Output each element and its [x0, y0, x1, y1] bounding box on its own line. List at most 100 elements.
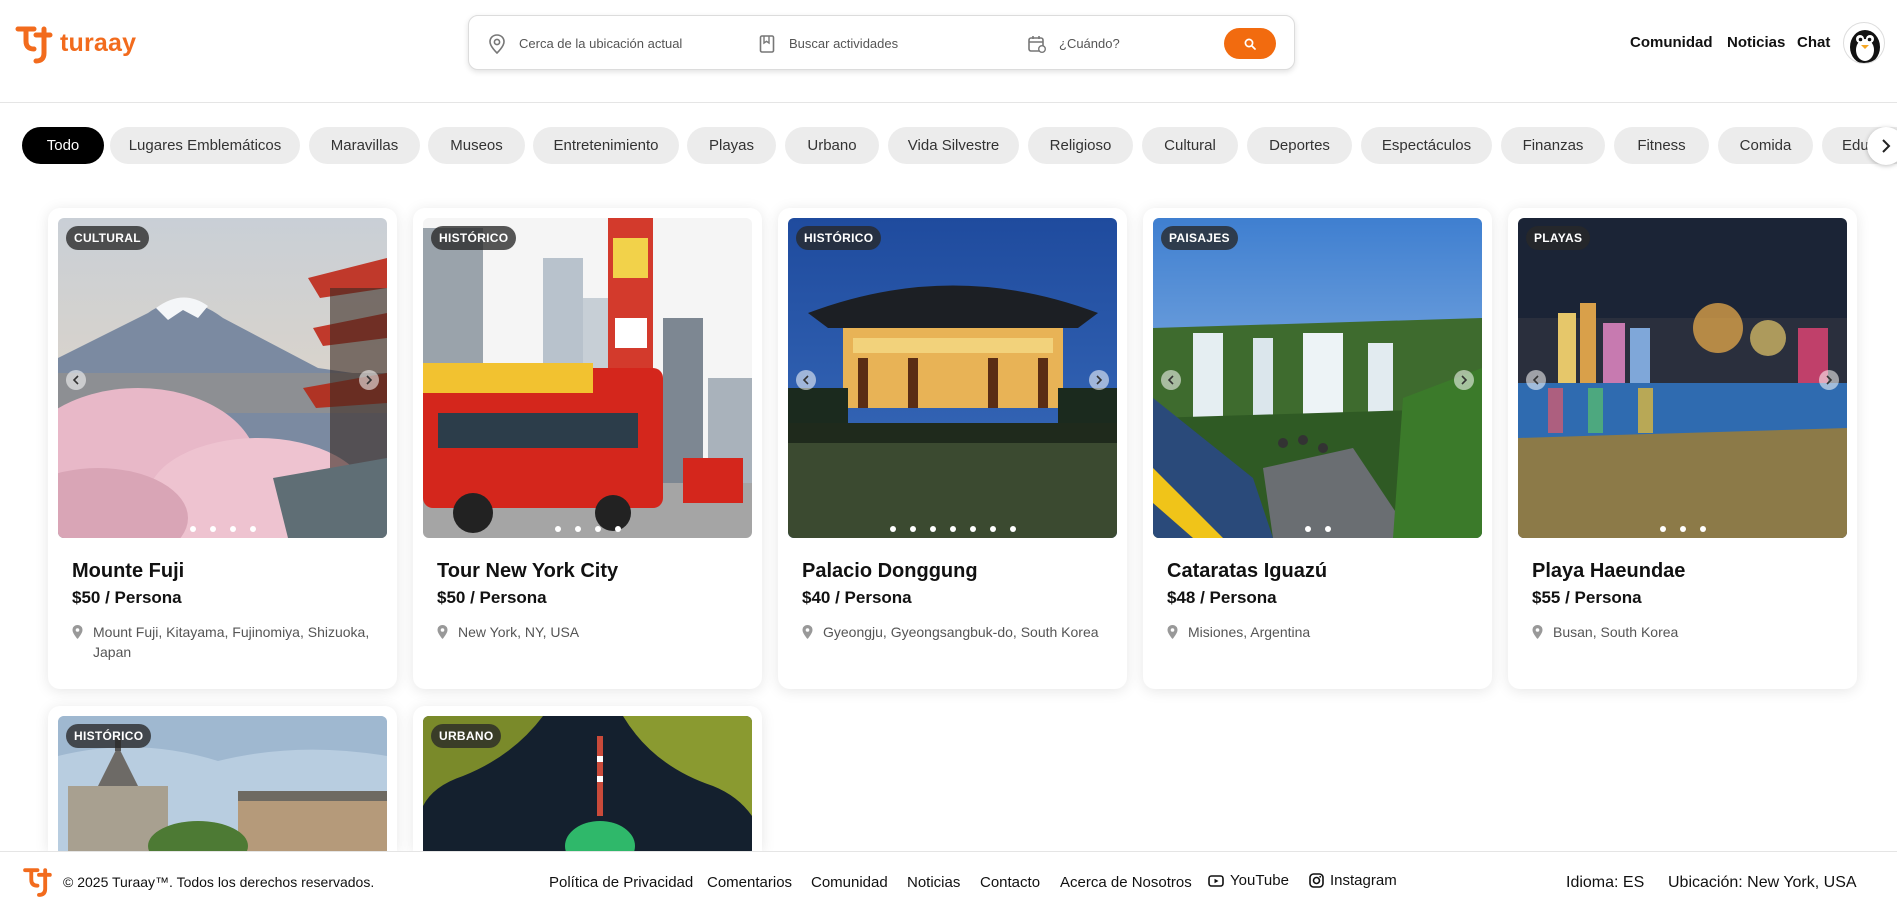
- activity-image-carousel[interactable]: URBANO: [423, 716, 752, 851]
- category-chip-urbano[interactable]: Urbano: [785, 127, 879, 164]
- carousel-dot[interactable]: [989, 526, 996, 532]
- activity-image-carousel[interactable]: HISTÓRICO: [58, 716, 387, 851]
- activity-card[interactable]: HISTÓRICO: [48, 706, 397, 851]
- carousel-dot[interactable]: [1679, 526, 1686, 532]
- carousel-dot[interactable]: [1659, 526, 1666, 532]
- activity-location-text: Busan, South Korea: [1553, 624, 1679, 640]
- search-button[interactable]: [1224, 28, 1276, 59]
- location-pin-icon: [487, 33, 507, 54]
- category-chip-todo[interactable]: Todo: [22, 127, 104, 164]
- category-chip-deportes[interactable]: Deportes: [1247, 127, 1352, 164]
- activity-price: $48 / Persona: [1167, 588, 1277, 607]
- carousel-dots: [58, 526, 387, 532]
- carousel-dot[interactable]: [889, 526, 896, 532]
- activity-price: $50 / Persona: [437, 588, 547, 607]
- category-chip-cultural[interactable]: Cultural: [1142, 127, 1238, 164]
- carousel-next-button[interactable]: [1819, 370, 1839, 390]
- footer-link-feedback[interactable]: Comentarios: [707, 874, 792, 891]
- activity-card[interactable]: URBANO: [413, 706, 762, 851]
- activity-title: Tour New York City: [437, 560, 619, 582]
- activity-location: Misiones, Argentina: [1167, 622, 1467, 642]
- carousel-next-button[interactable]: [1454, 370, 1474, 390]
- activity-title: Cataratas Iguazú: [1167, 560, 1328, 582]
- activity-image-carousel[interactable]: HISTÓRICO: [423, 218, 752, 538]
- language-selector[interactable]: Idioma: ES: [1566, 874, 1644, 892]
- carousel-dot[interactable]: [929, 526, 936, 532]
- footer-link-youtube[interactable]: YouTube: [1208, 872, 1289, 889]
- carousel-dot[interactable]: [209, 526, 216, 532]
- activity-card[interactable]: CULTURAL Mounte Fuji $50 / Persona Mount…: [48, 208, 397, 689]
- new-york-photo: [423, 218, 752, 538]
- carousel-prev-button[interactable]: [66, 370, 86, 390]
- carousel-next-button[interactable]: [1089, 370, 1109, 390]
- location-pin-icon: [72, 625, 83, 639]
- category-badge: URBANO: [431, 724, 502, 748]
- carousel-dots: [1153, 526, 1482, 532]
- category-chip-finanzas[interactable]: Finanzas: [1501, 127, 1605, 164]
- categories-next-button[interactable]: [1867, 127, 1897, 165]
- category-badge: CULTURAL: [66, 226, 149, 250]
- activity-card[interactable]: PLAYAS Playa Haeundae $55 / Persona Busa…: [1508, 208, 1857, 689]
- date-search-field[interactable]: ¿Cuándo?: [1027, 16, 1120, 71]
- nav-news-link[interactable]: Noticias: [1727, 34, 1785, 51]
- turaay-logo-icon[interactable]: [22, 864, 56, 898]
- category-chip-fitness[interactable]: Fitness: [1614, 127, 1709, 164]
- carousel-dot[interactable]: [554, 526, 561, 532]
- category-chip-maravillas[interactable]: Maravillas: [309, 127, 420, 164]
- activity-card[interactable]: HISTÓRICO Palacio Donggung $40 / Persona…: [778, 208, 1127, 689]
- carousel-dot[interactable]: [229, 526, 236, 532]
- footer-link-contact[interactable]: Contacto: [980, 874, 1040, 891]
- carousel-dot[interactable]: [969, 526, 976, 532]
- carousel-dot[interactable]: [249, 526, 256, 532]
- turaay-logo[interactable]: turaay: [14, 21, 136, 65]
- category-chip-lugares-emblematicos[interactable]: Lugares Emblemáticos: [110, 127, 300, 164]
- activity-card[interactable]: HISTÓRICO Tour New York City $50 / Perso…: [413, 208, 762, 689]
- carousel-dot[interactable]: [1009, 526, 1016, 532]
- activity-image-carousel[interactable]: CULTURAL: [58, 218, 387, 538]
- location-pin-icon: [802, 625, 813, 639]
- carousel-dot[interactable]: [1699, 526, 1706, 532]
- carousel-dot[interactable]: [574, 526, 581, 532]
- category-chip-playas[interactable]: Playas: [687, 127, 776, 164]
- carousel-dot[interactable]: [1304, 526, 1311, 532]
- footer-link-instagram[interactable]: Instagram: [1309, 872, 1397, 889]
- carousel-dot[interactable]: [614, 526, 621, 532]
- carousel-dot[interactable]: [189, 526, 196, 532]
- activity-location: Mount Fuji, Kitayama, Fujinomiya, Shizuo…: [72, 622, 372, 662]
- nav-community-link[interactable]: Comunidad: [1630, 34, 1713, 51]
- category-chip-espectaculos[interactable]: Espectáculos: [1361, 127, 1492, 164]
- carousel-dot[interactable]: [594, 526, 601, 532]
- carousel-prev-button[interactable]: [1526, 370, 1546, 390]
- category-chip-comida[interactable]: Comida: [1718, 127, 1813, 164]
- category-bar: Todo Lugares Emblemáticos Maravillas Mus…: [22, 127, 1897, 164]
- category-chip-religioso[interactable]: Religioso: [1028, 127, 1133, 164]
- category-chip-entretenimiento[interactable]: Entretenimiento: [533, 127, 679, 164]
- footer-link-community[interactable]: Comunidad: [811, 874, 888, 891]
- carousel-next-button[interactable]: [359, 370, 379, 390]
- carousel-prev-button[interactable]: [1161, 370, 1181, 390]
- carousel-dot[interactable]: [949, 526, 956, 532]
- header: turaay Cerca de la ubicación actual Busc…: [0, 0, 1897, 103]
- footer-link-news[interactable]: Noticias: [907, 874, 960, 891]
- location-selector[interactable]: Ubicación: New York, USA: [1668, 874, 1857, 892]
- carousel-dot[interactable]: [909, 526, 916, 532]
- chevron-right-icon: [1826, 375, 1833, 385]
- nav-chat-link[interactable]: Chat: [1797, 34, 1830, 51]
- activity-image-carousel[interactable]: PLAYAS: [1518, 218, 1847, 538]
- category-badge: PLAYAS: [1526, 226, 1591, 250]
- mount-fuji-photo: [58, 218, 387, 538]
- location-search-field[interactable]: Cerca de la ubicación actual: [487, 16, 682, 71]
- activity-card[interactable]: PAISAJES Cataratas Iguazú $48 / Persona …: [1143, 208, 1492, 689]
- activity-location: New York, NY, USA: [437, 622, 737, 642]
- category-chip-vida-silvestre[interactable]: Vida Silvestre: [888, 127, 1019, 164]
- activity-image-carousel[interactable]: HISTÓRICO: [788, 218, 1117, 538]
- activity-search-field[interactable]: Buscar actividades: [757, 16, 898, 71]
- carousel-prev-button[interactable]: [796, 370, 816, 390]
- footer-link-about[interactable]: Acerca de Nosotros: [1060, 874, 1192, 891]
- category-chip-museos[interactable]: Museos: [428, 127, 525, 164]
- footer-link-privacy[interactable]: Política de Privacidad: [549, 874, 693, 891]
- user-avatar[interactable]: [1843, 22, 1885, 64]
- activity-title: Mounte Fuji: [72, 560, 185, 582]
- activity-image-carousel[interactable]: PAISAJES: [1153, 218, 1482, 538]
- carousel-dot[interactable]: [1324, 526, 1331, 532]
